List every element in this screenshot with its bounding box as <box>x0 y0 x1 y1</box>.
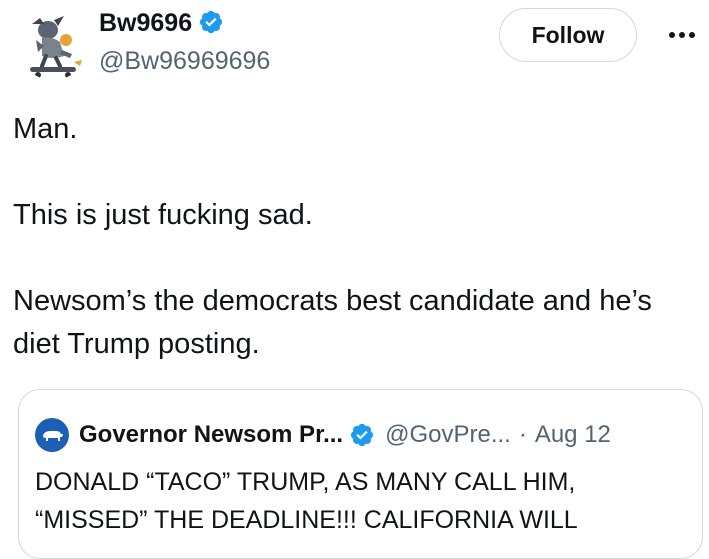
verified-badge-icon <box>200 10 223 34</box>
quoted-author-handle[interactable]: @GovPre... <box>385 421 511 449</box>
verified-badge-icon <box>350 423 374 447</box>
skateboarding-figure-icon <box>18 10 88 80</box>
author-avatar[interactable] <box>18 10 88 80</box>
more-horizontal-icon <box>669 32 695 38</box>
author-handle[interactable]: @Bw96969696 <box>99 44 270 78</box>
follow-button[interactable]: Follow <box>499 8 637 62</box>
author-name-text[interactable]: Bw9696 <box>99 9 192 37</box>
tweet-paragraph: This is just fucking sad. <box>13 199 313 231</box>
bear-icon <box>43 431 63 441</box>
quoted-tweet-text: DONALD “TACO” TRUMP, AS MANY CALL HIM, “… <box>35 468 578 534</box>
more-options-button[interactable] <box>664 20 700 50</box>
quoted-author-avatar[interactable] <box>35 418 69 452</box>
dot-separator: · <box>518 421 527 448</box>
quoted-tweet-header: Governor Newsom Pr... @GovPre... · Aug 1… <box>35 418 611 452</box>
author-display-name[interactable]: Bw9696 <box>99 6 224 40</box>
quoted-tweet-date[interactable]: Aug 12 <box>535 421 611 449</box>
quoted-tweet-card[interactable]: Governor Newsom Pr... @GovPre... · Aug 1… <box>18 389 703 559</box>
tweet-paragraph: Newsom’s the democrats best candidate an… <box>13 285 652 360</box>
tweet-paragraph: Man. <box>13 113 78 145</box>
tweet-header: Bw9696 @Bw96969696 Follow <box>0 0 709 90</box>
quoted-author-name[interactable]: Governor Newsom Pr... <box>79 421 343 449</box>
tweet-body: Man. This is just fucking sad. Newsom’s … <box>13 108 693 366</box>
